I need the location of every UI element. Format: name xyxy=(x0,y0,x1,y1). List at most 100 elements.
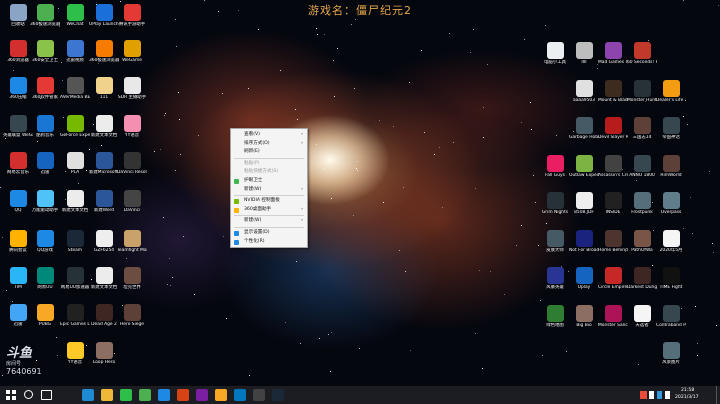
desktop-icon[interactable]: Garbage Hobo Prophecy xyxy=(569,115,599,145)
context-menu-item[interactable]: 新建(W) › xyxy=(231,186,307,195)
desktop-icon[interactable]: 360极速浏览器 xyxy=(89,38,119,68)
desktop-icon[interactable]: 2020年5月 xyxy=(656,228,686,258)
desktop-icon[interactable]: QQ游戏 xyxy=(30,228,60,258)
desktop-icon[interactable]: TIME Fight xyxy=(656,265,686,295)
context-menu-item[interactable]: NVIDIA 控制面板 xyxy=(231,197,307,206)
desktop-icon[interactable]: Uplay xyxy=(569,265,599,295)
desktop-icon[interactable]: 60 Seconds! Reatomized xyxy=(627,40,657,70)
context-menu-item[interactable]: 护眼卫士 xyxy=(231,177,307,186)
desktop-icon[interactable]: aaaa9503 xyxy=(569,78,599,108)
desktop-icon[interactable]: 风景图片 xyxy=(656,340,686,370)
show-desktop-button[interactable] xyxy=(716,386,720,404)
taskbar-app-steam-icon[interactable] xyxy=(272,389,284,401)
context-menu-item[interactable]: 360桌面助手 › xyxy=(231,206,307,215)
desktop-icon[interactable]: 回收站 xyxy=(3,2,33,32)
taskbar-app-media-icon[interactable] xyxy=(196,389,208,401)
desktop-icon[interactable]: 网易UU加速器 xyxy=(60,265,90,295)
desktop-icon[interactable]: Hero Siege xyxy=(117,302,147,332)
desktop-icon[interactable]: 迅雷视频 xyxy=(60,38,90,68)
desktop-icon[interactable]: IIII xyxy=(569,40,599,70)
task-view-icon[interactable] xyxy=(41,390,52,400)
desktop-icon[interactable]: Dealer's Life 2 xyxy=(656,78,686,108)
desktop-icon[interactable]: 360浏览器 xyxy=(3,38,33,68)
desktop-icon[interactable]: 坦克世界 xyxy=(117,265,147,295)
desktop-icon[interactable]: QQ xyxy=(3,188,33,218)
desktop-icon[interactable]: 迅雷 xyxy=(30,150,60,180)
desktop-icon[interactable]: YY语音 xyxy=(60,340,90,370)
desktop-icon[interactable]: TIM xyxy=(3,265,33,295)
desktop-icon[interactable]: 绿色地图 xyxy=(540,303,570,333)
desktop-icon[interactable]: Dead Age 2 xyxy=(89,302,119,332)
desktop-icon[interactable]: UPlay Launcher xyxy=(89,2,119,32)
desktop-icon[interactable]: 360压缩 xyxy=(3,75,33,105)
desktop-icon[interactable]: 腾讯手游助手 xyxy=(117,2,147,32)
context-menu-item[interactable]: 排序方式(O) › xyxy=(231,140,307,149)
desktop-icon[interactable]: 新建文本文档 xyxy=(89,113,119,143)
desktop-icon[interactable]: 皮肤大师 xyxy=(540,228,570,258)
desktop-icon[interactable]: 新建文本文档 xyxy=(89,265,119,295)
taskbar-app-browser-icon[interactable] xyxy=(234,389,246,401)
desktop-icon[interactable]: Assassin's Creed xyxy=(598,153,628,183)
desktop-icon[interactable]: WeGame xyxy=(117,38,147,68)
desktop-icon[interactable]: RimWorld xyxy=(656,153,686,183)
context-menu-item[interactable]: 查看(V) › xyxy=(231,131,307,140)
taskbar-app-folder-icon[interactable] xyxy=(101,389,113,401)
desktop-icon[interactable]: 风暴英雄 xyxy=(540,265,570,295)
clock-time[interactable]: 21:58 xyxy=(681,388,694,393)
desktop-icon[interactable]: 360安全卫士 xyxy=(30,38,60,68)
desktop-icon[interactable]: 新建Word xyxy=(89,188,119,218)
desktop-icon[interactable]: Teamfight Manager xyxy=(117,228,147,258)
desktop-icon[interactable]: Frostpunk xyxy=(627,190,657,220)
desktop-icon[interactable]: Home Behind xyxy=(598,228,628,258)
desktop-icon[interactable]: 英雄联盟 WeGame版 xyxy=(3,113,33,143)
desktop-icon[interactable]: Big Bio xyxy=(569,303,599,333)
desktop-icon[interactable]: GeForce Experience xyxy=(60,113,90,143)
desktop-icon[interactable]: Monster Sanctuary xyxy=(598,303,628,333)
context-menu-item[interactable]: 个性化(R) xyxy=(231,238,307,247)
desktop-icon[interactable]: PathOfWa xyxy=(627,228,657,258)
desktop-icon[interactable]: 三国志14 xyxy=(627,115,657,145)
desktop-icon[interactable]: Fall Guys xyxy=(540,153,570,183)
desktop-icon[interactable]: Darkest Dungeon xyxy=(627,265,657,295)
clock-date[interactable]: 2021/3/17 xyxy=(675,395,699,400)
desktop-icon[interactable]: SDR 主播助手 xyxy=(117,75,147,105)
desktop-icon[interactable]: Not For Broadcast xyxy=(569,228,599,258)
desktop-icon[interactable]: 新建文本文档 xyxy=(60,188,90,218)
taskbar-app-wechat-icon[interactable] xyxy=(120,389,132,401)
desktop-icon[interactable]: 8508.JDF xyxy=(569,190,599,220)
desktop-icon[interactable]: AVerMedia RECentral 4 xyxy=(60,75,90,105)
context-menu-item[interactable]: 刷新(E) xyxy=(231,148,307,157)
desktop-icon[interactable]: Grim Nights xyxy=(540,190,570,220)
taskbar-app-360browser-icon[interactable] xyxy=(139,389,151,401)
desktop-icon[interactable]: 网易云音乐 xyxy=(3,150,33,180)
desktop-icon[interactable]: Epic Games Launcher xyxy=(60,302,90,332)
desktop-icon[interactable]: GZF6254 xyxy=(89,228,119,258)
taskbar-app-qq-icon[interactable] xyxy=(158,389,170,401)
desktop-icon[interactable]: ANNO 1800 xyxy=(627,153,657,183)
desktop-icon[interactable]: 迅雷 xyxy=(3,302,33,332)
desktop-icon[interactable]: Overpass xyxy=(656,190,686,220)
desktop-icon[interactable]: Outlaw Expedition xyxy=(569,153,599,183)
desktop-icon[interactable]: Mad Games Tycoon 2 xyxy=(598,40,628,70)
desktop-icon[interactable]: DaVinci Resolve xyxy=(117,150,147,180)
desktop-icon[interactable]: Loop Hero xyxy=(89,340,119,370)
desktop-icon[interactable]: YY语音 xyxy=(117,113,147,143)
desktop-icon[interactable]: 111 xyxy=(89,75,119,105)
desktop-icon[interactable]: 新建Microsoft Word xyxy=(89,150,119,180)
desktop-icon[interactable]: 腾讯会议 xyxy=(3,228,33,258)
context-menu-item[interactable]: 新建(W) › xyxy=(231,217,307,226)
desktop-icon[interactable]: WeChat xyxy=(60,2,90,32)
taskbar-app-game-icon[interactable] xyxy=(177,389,189,401)
desktop-icon[interactable]: Mount & Blade II xyxy=(598,78,628,108)
taskbar-app-obs-icon[interactable] xyxy=(253,389,265,401)
desktop-icon[interactable]: Contraband Police xyxy=(656,303,686,333)
desktop-icon[interactable]: Circle Empires xyxy=(598,265,628,295)
desktop-icon[interactable]: Monster Hunter xyxy=(627,78,657,108)
desktop-icon[interactable]: 天选者 xyxy=(627,303,657,333)
desktop-icon[interactable]: 360极速浏览器 xyxy=(30,2,60,32)
desktop-icon[interactable]: PLA xyxy=(60,150,90,180)
desktop-icon[interactable]: 电脑小工具 xyxy=(540,40,570,70)
taskbar-app-edge-icon[interactable] xyxy=(82,389,94,401)
desktop-icon[interactable]: 万能驱动助手 xyxy=(30,188,60,218)
desktop-icon[interactable]: PUBG xyxy=(30,302,60,332)
